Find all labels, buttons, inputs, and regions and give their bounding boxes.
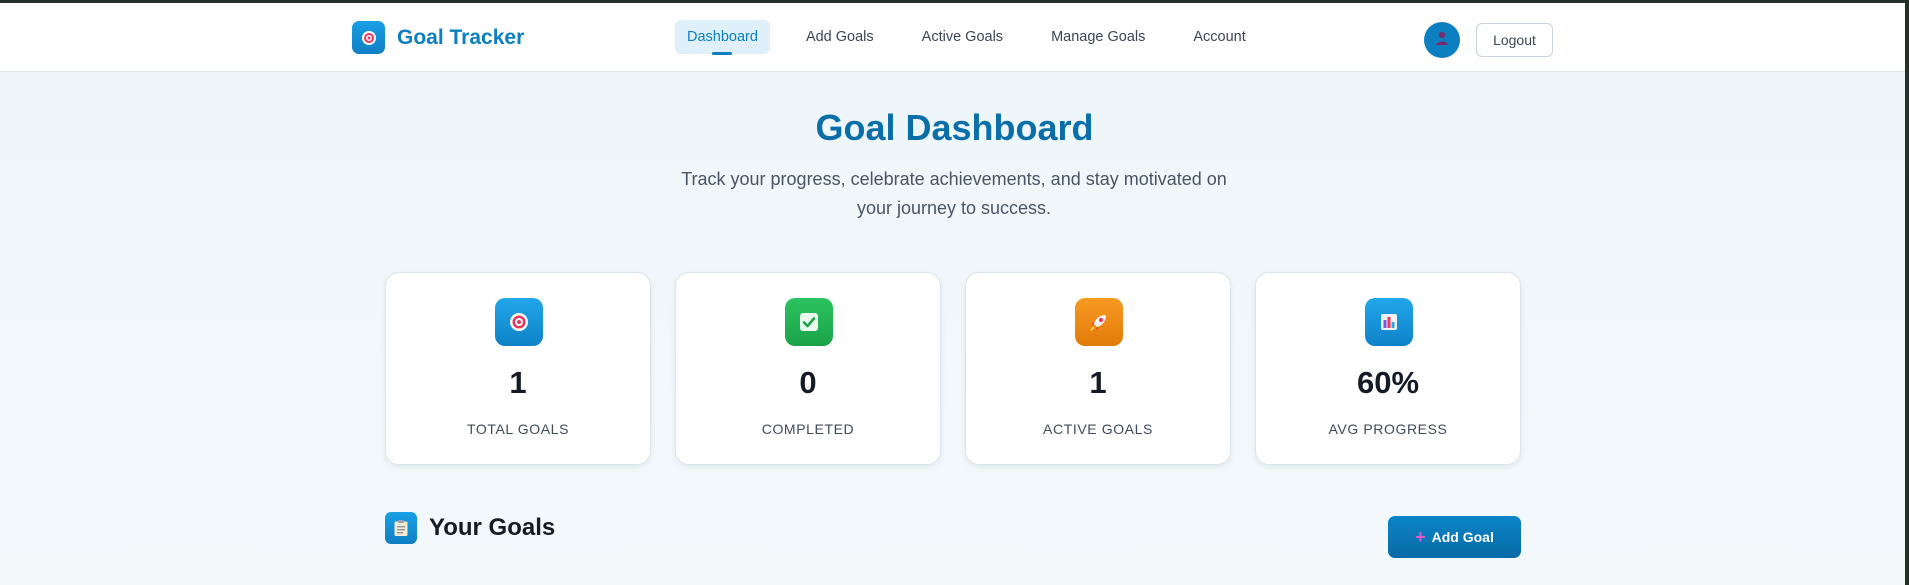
stat-label: ACTIVE GOALS xyxy=(1043,421,1153,437)
stat-label: TOTAL GOALS xyxy=(466,421,570,437)
stat-card-avg-progress: 60% AVG PROGRESS xyxy=(1255,272,1521,465)
avatar[interactable] xyxy=(1424,22,1460,58)
nav-manage-goals[interactable]: Manage Goals xyxy=(1039,20,1157,54)
stat-value: 0 xyxy=(799,365,817,400)
nav-add-goals[interactable]: Add Goals xyxy=(794,20,886,54)
bar-chart-icon xyxy=(1365,298,1413,346)
user-icon xyxy=(1434,30,1450,51)
app-window: Goal Tracker Dashboard Add Goals Active … xyxy=(0,0,1909,585)
brand[interactable]: Goal Tracker xyxy=(352,21,524,54)
stat-card-total-goals: 1 TOTAL GOALS xyxy=(385,272,651,465)
stat-value: 1 xyxy=(1089,365,1107,400)
nav-links: Dashboard Add Goals Active Goals Manage … xyxy=(675,20,1282,55)
stats-row: 1 TOTAL GOALS 0 COMPLETED 1 ACTIVE GOALS… xyxy=(385,272,1521,465)
nav-account[interactable]: Account xyxy=(1181,20,1257,54)
goals-section-header: Your Goals xyxy=(385,512,555,544)
brand-name: Goal Tracker xyxy=(397,25,525,49)
add-goal-button[interactable]: + Add Goal xyxy=(1388,516,1521,558)
target-icon xyxy=(495,298,543,346)
nav-dashboard[interactable]: Dashboard xyxy=(675,20,770,55)
stat-value: 60% xyxy=(1356,365,1420,400)
stat-value: 1 xyxy=(509,365,527,400)
logout-button[interactable]: Logout xyxy=(1476,23,1553,57)
check-icon xyxy=(785,298,833,346)
plus-icon: + xyxy=(1415,527,1426,547)
add-goal-label: Add Goal xyxy=(1431,529,1494,545)
page-subtitle: Track your progress, celebrate achieveme… xyxy=(654,165,1254,223)
rocket-icon xyxy=(1075,298,1123,346)
goals-section-title: Your Goals xyxy=(429,514,556,541)
top-navbar: Goal Tracker Dashboard Add Goals Active … xyxy=(0,3,1905,72)
nav-active-goals[interactable]: Active Goals xyxy=(910,20,1015,54)
subtitle-line: your journey to success. xyxy=(856,198,1052,218)
page-title: Goal Dashboard xyxy=(815,107,1094,148)
stat-card-active-goals: 1 ACTIVE GOALS xyxy=(965,272,1231,465)
subtitle-line: Track your progress, celebrate achieveme… xyxy=(681,169,1227,189)
clipboard-icon xyxy=(385,512,417,544)
target-icon xyxy=(352,21,385,54)
stat-label: COMPLETED xyxy=(761,421,855,437)
stat-card-completed: 0 COMPLETED xyxy=(675,272,941,465)
stat-label: AVG PROGRESS xyxy=(1328,421,1448,437)
